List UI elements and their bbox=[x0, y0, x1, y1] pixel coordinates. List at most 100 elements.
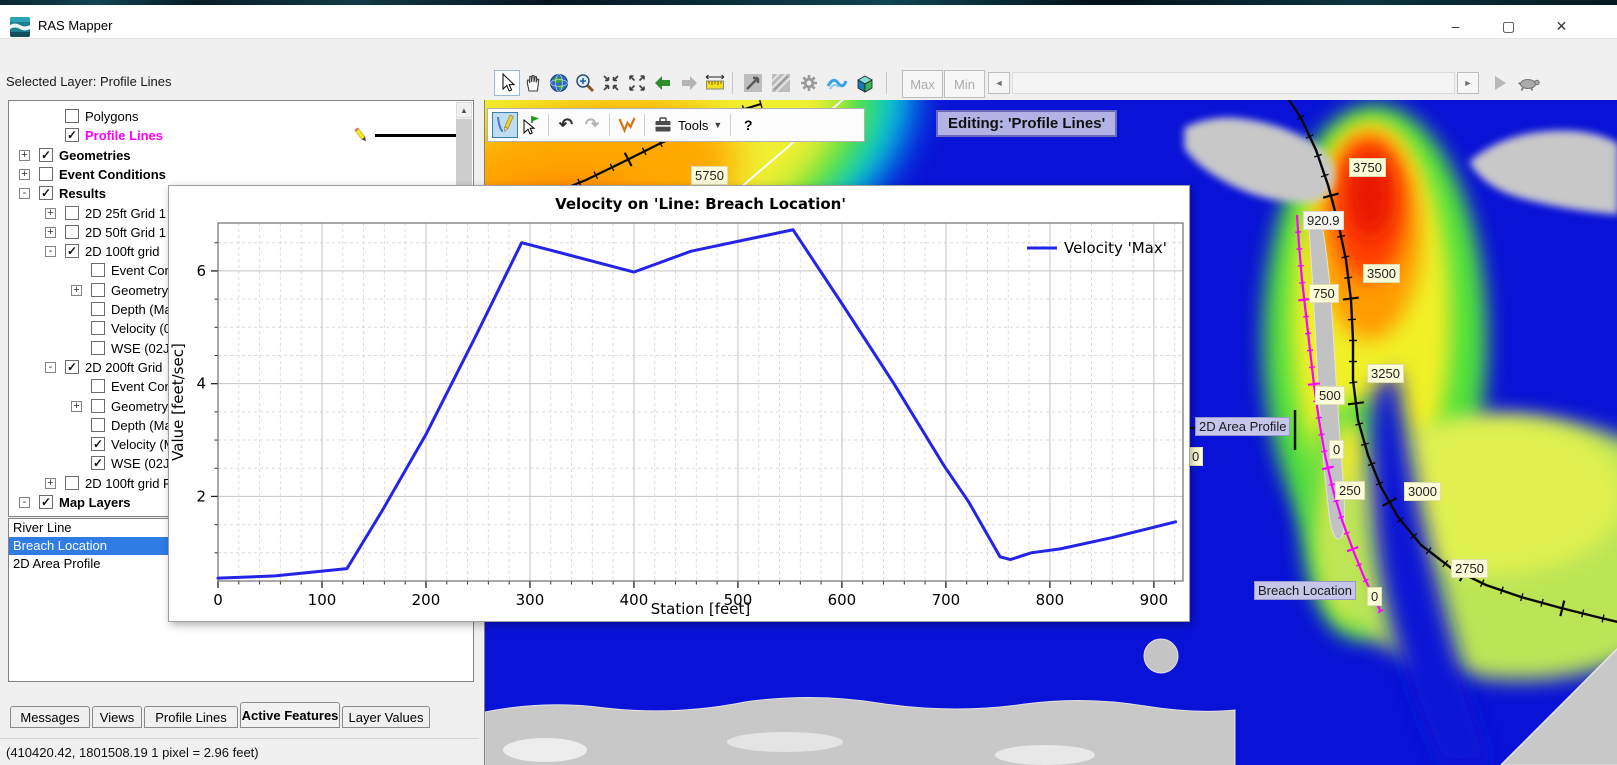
collapse-icon[interactable]: - bbox=[45, 246, 56, 257]
collapse-icon[interactable]: - bbox=[19, 497, 30, 508]
globe-full-extent-icon[interactable] bbox=[546, 70, 572, 96]
expand-icon[interactable]: + bbox=[19, 150, 30, 161]
toolbar-separator bbox=[732, 72, 733, 94]
coordinate-readout: (410420.42, 1801508.19 1 pixel = 2.96 fe… bbox=[6, 745, 259, 760]
layer-checkbox[interactable]: ✓ bbox=[39, 148, 53, 162]
layer-checkbox[interactable] bbox=[65, 206, 79, 220]
step-left-button[interactable]: ◄ bbox=[988, 72, 1010, 94]
expand-icon[interactable]: + bbox=[71, 285, 82, 296]
tree-item-profile-lines[interactable]: ✓ Profile Lines bbox=[9, 126, 469, 145]
tab-messages[interactable]: Messages bbox=[10, 706, 90, 728]
undo-icon[interactable]: ↶ bbox=[553, 112, 579, 138]
layer-checkbox[interactable] bbox=[91, 341, 105, 355]
profile-plot-icon[interactable] bbox=[740, 70, 766, 96]
selected-layer-label: Selected Layer: Profile Lines bbox=[6, 74, 171, 89]
zoom-window-icon[interactable] bbox=[598, 70, 624, 96]
back-arrow-icon[interactable] bbox=[650, 70, 676, 96]
help-button[interactable]: ? bbox=[735, 112, 761, 138]
layer-checkbox[interactable] bbox=[91, 283, 105, 297]
title-bar: RAS Mapper – ▢ ✕ bbox=[0, 5, 1617, 39]
x-tick-label: 900 bbox=[1140, 591, 1169, 609]
layer-checkbox[interactable] bbox=[39, 167, 53, 181]
layer-checkbox[interactable]: ✓ bbox=[65, 128, 79, 142]
forward-arrow-icon[interactable] bbox=[676, 70, 702, 96]
tree-item-label: 2D 25ft Grid 1 bbox=[85, 206, 166, 221]
layer-checkbox[interactable] bbox=[65, 476, 79, 490]
layer-checkbox[interactable] bbox=[65, 225, 79, 239]
raster-clip-icon[interactable] bbox=[768, 70, 794, 96]
tree-item-label: Geometry bbox=[111, 399, 168, 414]
tree-item-label: Results bbox=[59, 186, 106, 201]
settings-gear-icon[interactable] bbox=[796, 70, 822, 96]
layer-checkbox[interactable] bbox=[65, 109, 79, 123]
zoom-in-icon[interactable] bbox=[572, 70, 598, 96]
station-label-750: 750 bbox=[1309, 284, 1339, 303]
tree-item-label: Depth (Ma bbox=[111, 418, 172, 433]
water-surface-icon[interactable] bbox=[824, 70, 850, 96]
scroll-up-icon[interactable]: ▲ bbox=[456, 102, 472, 118]
layer-checkbox[interactable] bbox=[91, 399, 105, 413]
layer-checkbox[interactable]: ✓ bbox=[65, 244, 79, 258]
plot-profile-icon[interactable] bbox=[614, 112, 640, 138]
tools-menu-button[interactable]: Tools ▼ bbox=[649, 115, 726, 135]
x-tick-label: 400 bbox=[620, 591, 649, 609]
pan-hand-icon[interactable] bbox=[520, 70, 546, 96]
velocity-profile-chart-window[interactable]: 0100200300400500600700800900246Velocity … bbox=[168, 185, 1190, 622]
layer-checkbox[interactable]: ✓ bbox=[39, 495, 53, 509]
tree-item-geometries[interactable]: + ✓ Geometries bbox=[9, 146, 469, 165]
select-cursor-icon[interactable] bbox=[494, 70, 520, 96]
layer-checkbox[interactable] bbox=[91, 418, 105, 432]
layer-checkbox[interactable] bbox=[91, 321, 105, 335]
close-button[interactable]: ✕ bbox=[1538, 10, 1585, 42]
min-button[interactable]: Min bbox=[944, 70, 985, 98]
layer-checkbox[interactable] bbox=[91, 263, 105, 277]
layer-checkbox[interactable]: ✓ bbox=[39, 186, 53, 200]
tab-layer-values[interactable]: Layer Values bbox=[342, 706, 430, 728]
3d-viewer-icon[interactable] bbox=[852, 70, 878, 96]
expand-icon[interactable]: + bbox=[45, 227, 56, 238]
draw-line-tool-icon[interactable] bbox=[492, 112, 518, 138]
layer-checkbox[interactable] bbox=[91, 379, 105, 393]
station-label-500: 500 bbox=[1315, 386, 1345, 405]
station-label-3000: 3000 bbox=[1404, 482, 1441, 501]
measure-ruler-icon[interactable] bbox=[702, 70, 728, 96]
zoom-previous-icon[interactable] bbox=[624, 70, 650, 96]
collapse-icon[interactable]: - bbox=[45, 362, 56, 373]
bottom-tabs: MessagesViewsProfile LinesActive Feature… bbox=[2, 701, 479, 728]
chart-canvas: 0100200300400500600700800900246Velocity … bbox=[169, 186, 1189, 621]
edit-select-tool-icon[interactable] bbox=[518, 112, 544, 138]
step-right-button[interactable]: ► bbox=[1457, 72, 1479, 94]
tab-active-features[interactable]: Active Features bbox=[240, 702, 340, 728]
y-tick-label: 6 bbox=[196, 262, 206, 280]
layer-checkbox[interactable]: ✓ bbox=[91, 437, 105, 451]
tree-item-label: Event Con bbox=[111, 263, 172, 278]
redo-icon[interactable]: ↷ bbox=[579, 112, 605, 138]
animation-play-icon[interactable] bbox=[1487, 70, 1513, 96]
station-label-0-breach: 0 bbox=[1367, 587, 1382, 606]
tab-views[interactable]: Views bbox=[92, 706, 142, 728]
animation-slider-track[interactable] bbox=[1012, 72, 1455, 94]
tree-item-label: Geometries bbox=[59, 148, 131, 163]
x-tick-label: 0 bbox=[213, 591, 223, 609]
tree-item-label: Geometry bbox=[111, 283, 168, 298]
collapse-icon[interactable]: - bbox=[19, 188, 30, 199]
expand-icon[interactable]: + bbox=[19, 169, 30, 180]
expand-icon[interactable]: + bbox=[45, 478, 56, 489]
tree-item-event-conditions[interactable]: +Event Conditions bbox=[9, 165, 469, 184]
tree-item-polygons[interactable]: Polygons bbox=[9, 107, 469, 126]
tab-profile-lines[interactable]: Profile Lines bbox=[144, 706, 238, 728]
layer-checkbox[interactable]: ✓ bbox=[65, 360, 79, 374]
tree-item-label: WSE (02J bbox=[111, 456, 170, 471]
expand-icon[interactable]: + bbox=[71, 401, 82, 412]
tree-item-label: 2D 100ft grid bbox=[85, 244, 159, 259]
layer-checkbox[interactable] bbox=[91, 302, 105, 316]
max-button[interactable]: Max bbox=[902, 70, 943, 98]
maximize-button[interactable]: ▢ bbox=[1485, 10, 1532, 42]
tree-item-label: Profile Lines bbox=[85, 128, 163, 143]
tree-item-label: 2D 50ft Grid 1 bbox=[85, 225, 166, 240]
expand-icon[interactable]: + bbox=[45, 208, 56, 219]
layer-checkbox[interactable]: ✓ bbox=[91, 456, 105, 470]
animation-speed-turtle-icon[interactable] bbox=[1516, 70, 1542, 96]
minimize-button[interactable]: – bbox=[1432, 10, 1479, 42]
layer-label-2d-area-profile: 2D Area Profile bbox=[1195, 417, 1290, 436]
